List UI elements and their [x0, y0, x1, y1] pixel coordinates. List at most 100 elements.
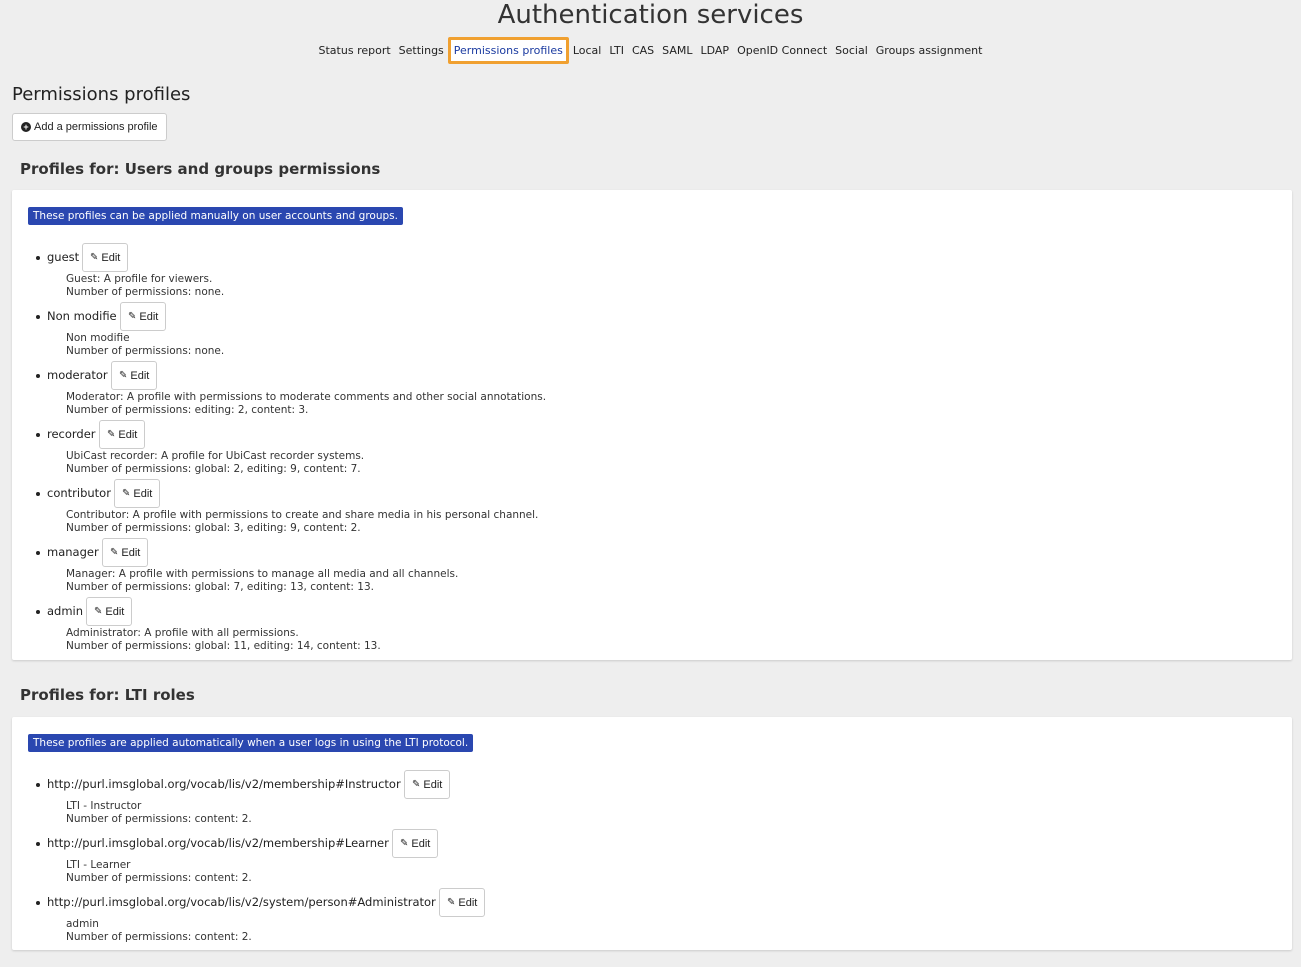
pencil-icon: ✎ [119, 370, 128, 381]
edit-label: Edit [423, 778, 443, 791]
edit-profile-button[interactable]: ✎ Edit [404, 770, 451, 799]
bullet-icon [36, 433, 40, 437]
profile-perm-count: Number of permissions: content: 2. [66, 872, 252, 884]
pencil-icon: ✎ [110, 547, 119, 558]
profile-desc-text: UbiCast recorder: A profile for UbiCast … [66, 450, 365, 462]
edit-label: Edit [130, 369, 150, 382]
section-title: Permissions profiles [12, 84, 191, 105]
edit-label: Edit [121, 546, 141, 559]
profile-perm-count: Number of permissions: content: 2. [66, 931, 252, 943]
edit-profile-button[interactable]: ✎ Edit [99, 420, 146, 449]
pencil-icon: ✎ [412, 779, 421, 790]
profile-desc-text: Guest: A profile for viewers. [66, 273, 213, 285]
profile-name: recorder [47, 427, 96, 441]
add-permissions-profile-button[interactable]: + Add a permissions profile [12, 113, 167, 141]
profile-description: LTI - Learner Number of permissions: cont… [66, 859, 252, 885]
group-title-users: Profiles for: Users and groups permissio… [20, 160, 381, 178]
tab-bar: Status report Settings Permissions profile… [0, 36, 1301, 64]
edit-label: Edit [133, 487, 153, 500]
profile-name: http://purl.imsglobal.org/vocab/lis/v2/m… [47, 836, 389, 850]
bullet-icon [36, 842, 40, 846]
profile-description: LTI - Instructor Number of permissions: c… [66, 800, 252, 826]
tab-cas[interactable]: CAS [628, 38, 658, 63]
edit-label: Edit [411, 837, 431, 850]
profile-name: contributor [47, 486, 111, 500]
pencil-icon: ✎ [400, 838, 409, 849]
edit-label: Edit [118, 428, 138, 441]
notice-badge: These profiles are applied automatically… [28, 734, 474, 752]
profile-name: manager [47, 545, 99, 559]
profile-description: admin Number of permissions: content: 2. [66, 918, 252, 944]
profile-description: Non modifie Number of permissions: none. [66, 332, 224, 358]
bullet-icon [36, 551, 40, 555]
profile-desc-text: LTI - Instructor [66, 800, 142, 812]
bullet-icon [36, 901, 40, 905]
tab-settings[interactable]: Settings [395, 38, 448, 63]
profile-perm-count: Number of permissions: global: 2, editin… [66, 463, 361, 475]
bullet-icon [36, 256, 40, 260]
profile-description: UbiCast recorder: A profile for UbiCast … [66, 450, 364, 476]
edit-profile-button[interactable]: ✎ Edit [392, 829, 439, 858]
pencil-icon: ✎ [128, 311, 137, 322]
bullet-icon [36, 492, 40, 496]
pencil-icon: ✎ [94, 606, 103, 617]
profile-name: guest [47, 250, 80, 264]
add-button-label: Add a permissions profile [34, 121, 158, 133]
profile-perm-count: Number of permissions: global: 3, editin… [66, 522, 361, 534]
profile-desc-text: Non modifie [66, 332, 130, 344]
bullet-icon [36, 374, 40, 378]
edit-profile-button[interactable]: ✎ Edit [114, 479, 161, 508]
pencil-icon: ✎ [107, 429, 116, 440]
pencil-icon: ✎ [90, 252, 99, 263]
profile-perm-count: Number of permissions: content: 2. [66, 813, 252, 825]
edit-profile-button[interactable]: ✎ Edit [82, 243, 129, 272]
pencil-icon: ✎ [122, 488, 131, 499]
edit-profile-button[interactable]: ✎ Edit [86, 597, 133, 626]
bullet-icon [36, 315, 40, 319]
tab-groups-assignment[interactable]: Groups assignment [872, 38, 987, 63]
edit-profile-button[interactable]: ✎ Edit [111, 361, 158, 390]
profile-name: Non modifie [47, 309, 117, 323]
tab-social[interactable]: Social [831, 38, 872, 63]
tab-openid-connect[interactable]: OpenID Connect [733, 38, 831, 63]
profile-description: Manager: A profile with permissions to m… [66, 568, 458, 594]
tab-local[interactable]: Local [569, 38, 606, 63]
page-title: Authentication services [497, 0, 804, 30]
profile-description: Guest: A profile for viewers. Number of p… [66, 273, 224, 299]
tab-saml[interactable]: SAML [658, 38, 696, 63]
profile-perm-count: Number of permissions: editing: 2, conte… [66, 404, 309, 416]
tab-lti[interactable]: LTI [605, 38, 628, 63]
profile-description: Contributor: A profile with permissions … [66, 509, 538, 535]
edit-profile-button[interactable]: ✎ Edit [120, 302, 167, 331]
profile-perm-count: Number of permissions: none. [66, 345, 225, 357]
profile-desc-text: admin [66, 918, 99, 930]
tab-permissions-profiles[interactable]: Permissions profiles [447, 36, 569, 64]
edit-label: Edit [101, 251, 121, 264]
tab-status-report[interactable]: Status report [315, 38, 395, 63]
pencil-icon: ✎ [447, 897, 456, 908]
profile-name: http://purl.imsglobal.org/vocab/lis/v2/s… [47, 895, 436, 909]
bullet-icon [36, 610, 40, 614]
profiles-panel-users: These profiles can be applied manually o… [12, 190, 1292, 660]
profile-description: Moderator: A profile with permissions to… [66, 391, 546, 417]
profile-name: admin [47, 604, 84, 618]
profile-description: Administrator: A profile with all permis… [66, 627, 381, 653]
profile-perm-count: Number of permissions: none. [66, 286, 225, 298]
notice-badge: These profiles can be applied manually o… [28, 207, 403, 225]
edit-profile-button[interactable]: ✎ Edit [439, 888, 486, 917]
profiles-panel-lti: These profiles are applied automatically… [12, 717, 1292, 950]
profile-perm-count: Number of permissions: global: 7, editin… [66, 581, 374, 593]
bullet-icon [36, 783, 40, 787]
plus-circle-icon: + [21, 122, 31, 132]
tab-ldap[interactable]: LDAP [696, 38, 733, 63]
profile-desc-text: Moderator: A profile with permissions to… [66, 391, 547, 403]
edit-profile-button[interactable]: ✎ Edit [102, 538, 149, 567]
group-title-lti: Profiles for: LTI roles [20, 686, 195, 704]
edit-label: Edit [139, 310, 159, 323]
profile-desc-text: Administrator: A profile with all permis… [66, 627, 299, 639]
profile-desc-text: LTI - Learner [66, 859, 131, 871]
edit-label: Edit [105, 605, 125, 618]
profile-name: http://purl.imsglobal.org/vocab/lis/v2/m… [47, 777, 401, 791]
profile-desc-text: Manager: A profile with permissions to m… [66, 568, 459, 580]
edit-label: Edit [458, 896, 478, 909]
